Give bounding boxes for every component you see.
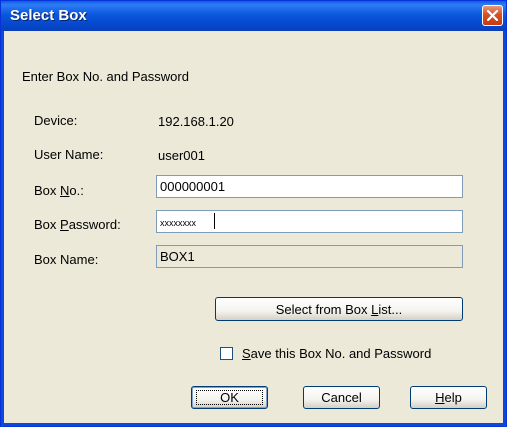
window-title: Select Box [10,7,87,24]
device-label: Device: [34,113,78,128]
box-no-label-text: Box [34,183,61,198]
close-icon [487,10,498,21]
box-no-label-rest: o.: [69,183,84,198]
save-label-mnemonic: S [242,346,251,361]
help-label-rest: elp [444,390,462,405]
device-value: 192.168.1.20 [158,114,234,129]
save-box-checkbox-label[interactable]: Save this Box No. and Password [242,346,431,361]
text-cursor [214,213,215,229]
box-no-input[interactable] [156,175,463,198]
box-password-input[interactable] [156,210,463,233]
window-frame-right [503,31,506,427]
help-button[interactable]: Help [410,386,487,409]
window-frame-left [1,31,4,427]
select-list-label-rest: ist... [378,301,403,317]
ok-button[interactable]: OK [191,386,268,409]
cancel-button[interactable]: Cancel [303,386,380,409]
box-no-label: Box No.: [34,183,84,198]
user-name-value: user001 [158,148,205,163]
close-button[interactable] [482,5,503,26]
box-password-label-text: Box [34,217,61,232]
box-password-label: Box Password: [34,217,121,232]
select-from-box-list-button[interactable]: Select from Box List... [215,297,463,321]
window-frame-bottom [1,423,506,426]
select-box-dialog: Select Box Enter Box No. and Password De… [0,0,507,427]
focus-rectangle [196,390,263,405]
box-password-label-rest: assword: [68,217,121,232]
box-name-field [156,245,463,268]
box-name-label: Box Name: [34,252,99,267]
title-bar[interactable]: Select Box [1,1,506,31]
save-label-rest: ave this Box No. and Password [250,346,432,361]
instruction-text: Enter Box No. and Password [22,69,189,84]
box-no-label-mnemonic: N [60,183,70,198]
save-box-checkbox[interactable] [220,347,233,360]
select-list-label-text: Select from Box [275,301,372,317]
cancel-label: Cancel [321,390,362,405]
help-label-mnemonic: H [435,390,445,405]
user-name-label: User Name: [34,147,104,162]
box-password-label-mnemonic: P [60,217,69,232]
